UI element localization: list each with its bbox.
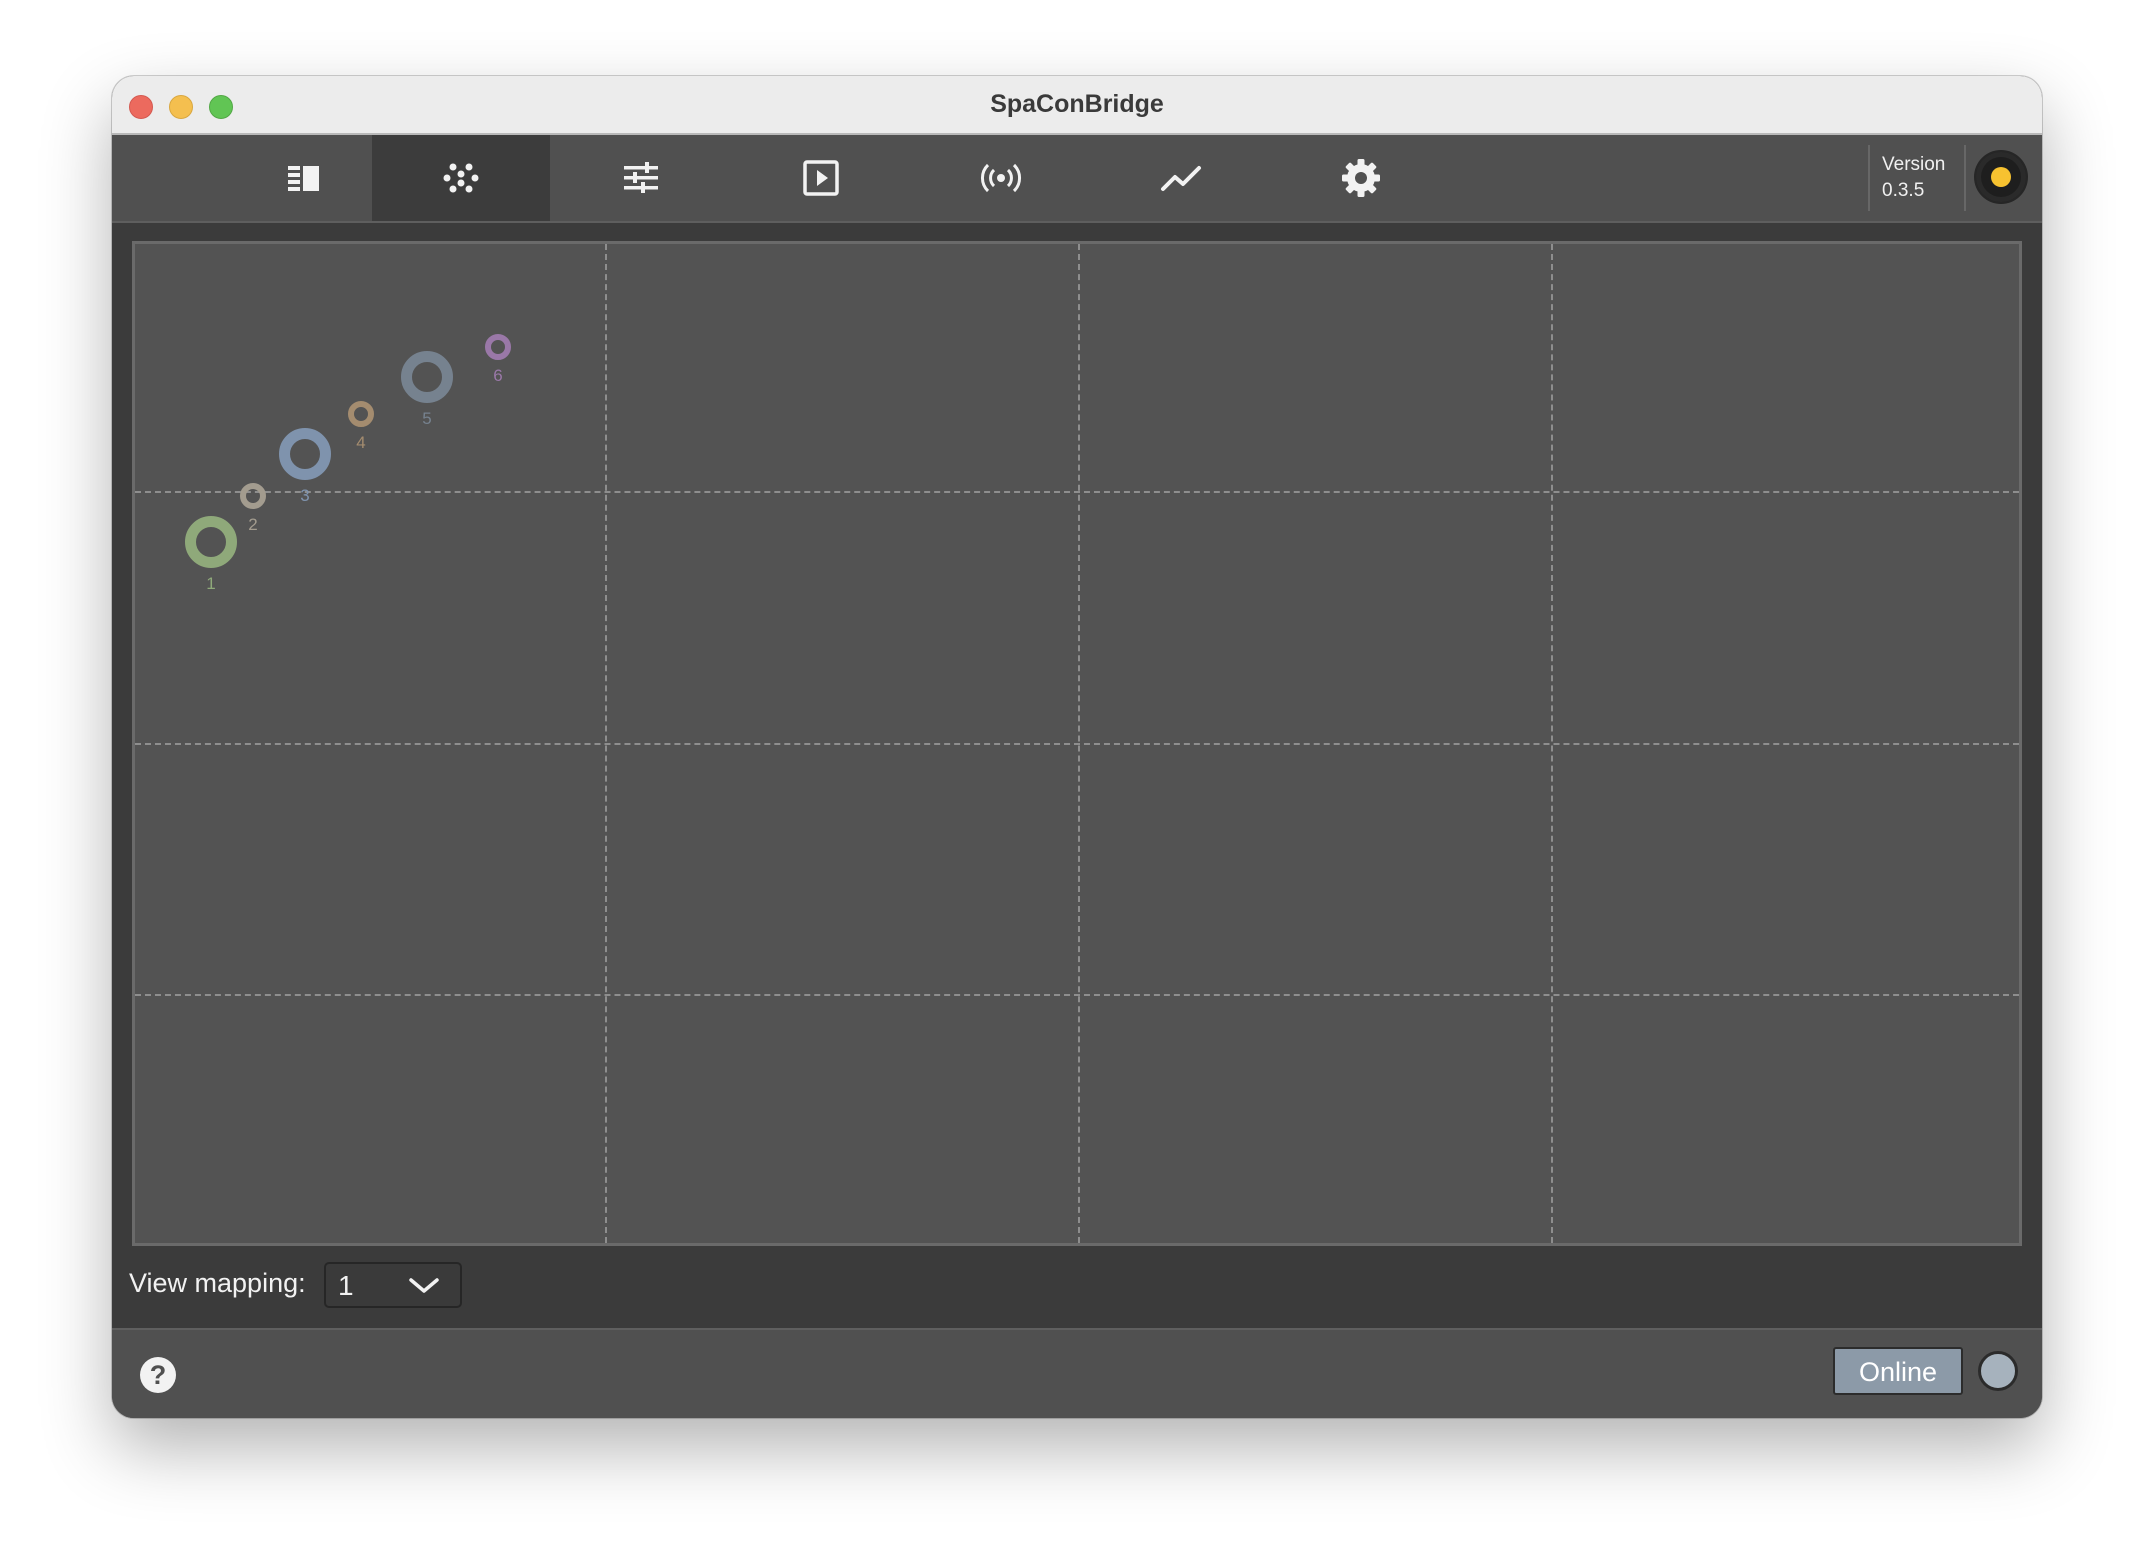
window-title: SpaConBridge [990, 90, 1164, 118]
play-icon [803, 160, 839, 196]
gear-icon [1342, 159, 1380, 197]
grid-line-horizontal [135, 743, 2019, 745]
sound-object-2[interactable] [240, 483, 266, 509]
grid-line-horizontal [135, 994, 2019, 996]
footer-bar: ? Online [112, 1328, 2042, 1418]
toolbar-separator [1964, 145, 1966, 211]
toolbar: Version 0.3.5 [112, 135, 2042, 223]
sound-object-4[interactable] [348, 401, 374, 427]
toolbar-separator [1868, 145, 1870, 211]
sound-object-label: 1 [206, 574, 216, 593]
tab-scenes[interactable] [732, 135, 910, 221]
tab-settings[interactable] [1272, 135, 1450, 221]
view-mapping-value: 1 [338, 1270, 354, 1301]
online-button[interactable]: Online [1833, 1347, 1963, 1395]
sound-object-label: 3 [300, 486, 310, 505]
sound-object-1[interactable] [185, 516, 237, 568]
view-mapping-select[interactable]: 1 [324, 1262, 462, 1308]
multi-slider-icon [443, 163, 479, 193]
sound-object-label: 2 [248, 515, 258, 534]
version-label: Version [1882, 154, 1946, 175]
tab-mixer[interactable] [552, 135, 730, 221]
chart-line-icon [1161, 166, 1201, 191]
chevron-down-icon [409, 1278, 439, 1293]
version-info: Version 0.3.5 [1882, 152, 1945, 204]
tab-statistics[interactable] [1092, 135, 1270, 221]
table-view-icon [288, 166, 319, 191]
help-button[interactable]: ? [140, 1357, 176, 1393]
broadcast-icon [981, 163, 1021, 193]
multi-slider-canvas[interactable]: 1 2 3 4 5 6 [132, 241, 2022, 1246]
title-bar: SpaConBridge [112, 76, 2042, 135]
tab-multi-slider[interactable] [372, 135, 550, 221]
tab-soundobject-table[interactable] [215, 135, 393, 221]
tab-enspace[interactable] [912, 135, 1090, 221]
grid-line-horizontal [135, 491, 2019, 493]
view-mapping-label: View mapping: [129, 1268, 306, 1298]
sound-object-label: 6 [493, 366, 503, 385]
app-window: SpaConBridge Version 0.3.5 1 2 3 4 5 6 V… [112, 76, 2042, 1418]
sound-object-5[interactable] [401, 351, 453, 403]
mapping-bar: View mapping: 1 [112, 1256, 2042, 1308]
sound-object-label: 4 [356, 433, 366, 452]
sliders-icon [624, 162, 658, 193]
sound-object-3[interactable] [279, 428, 331, 480]
connection-status-indicator [1976, 152, 2026, 202]
version-number: 0.3.5 [1882, 180, 1925, 201]
sound-object-6[interactable] [485, 334, 511, 360]
online-status-led [1978, 1351, 2018, 1391]
sound-object-label: 5 [422, 409, 432, 428]
